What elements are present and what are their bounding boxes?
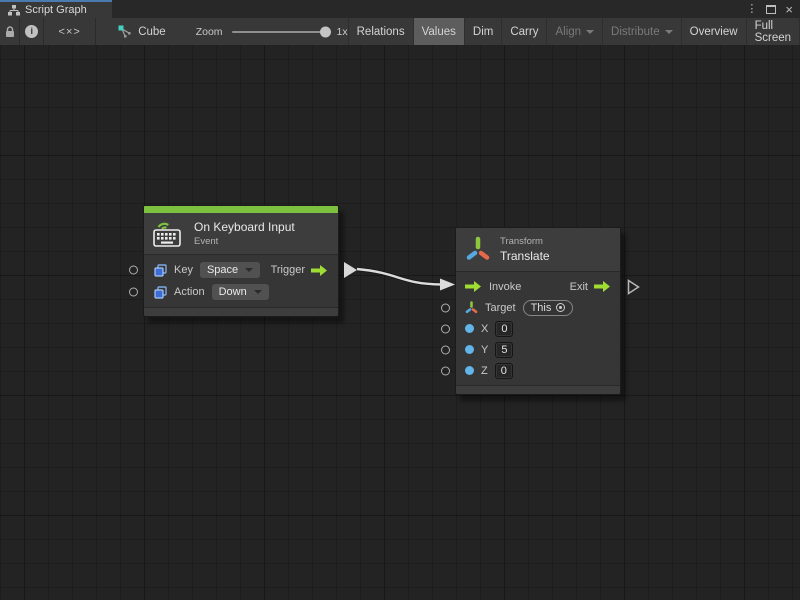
action-label: Action bbox=[174, 286, 205, 298]
chevron-down-icon bbox=[665, 30, 673, 34]
graph-canvas[interactable]: On Keyboard Input Event Key Space bbox=[0, 45, 800, 600]
graph-target-label: Cube bbox=[138, 26, 166, 38]
graph-toolbar: i <×> Cube Zoom 1x Relations bbox=[0, 18, 800, 45]
flow-arrow-icon bbox=[465, 281, 482, 292]
overview-button[interactable]: Overview bbox=[681, 18, 746, 45]
trigger-label: Trigger bbox=[271, 264, 305, 276]
key-input-row: Key Space Trigger bbox=[144, 259, 338, 281]
x-label: X bbox=[481, 323, 488, 335]
z-row: Z 0 bbox=[456, 360, 620, 381]
target-row: Target This bbox=[456, 297, 620, 318]
node-header[interactable]: On Keyboard Input Event bbox=[144, 213, 338, 255]
title-bar: Script Graph ⋮ × bbox=[0, 0, 800, 18]
align-dropdown[interactable]: Align bbox=[546, 18, 602, 45]
transform-mini-icon bbox=[465, 301, 478, 314]
trigger-output: Trigger bbox=[271, 264, 328, 276]
zoom-value: 1x bbox=[337, 26, 348, 38]
y-value-field[interactable]: 5 bbox=[495, 342, 513, 358]
code-view-button[interactable]: <×> bbox=[44, 18, 96, 45]
exit-output: Exit bbox=[570, 281, 611, 293]
node-subtitle: Event bbox=[194, 236, 295, 247]
tab-script-graph[interactable]: Script Graph bbox=[0, 0, 112, 18]
info-icon: i bbox=[25, 25, 38, 38]
flow-arrow-icon bbox=[594, 281, 611, 292]
z-label: Z bbox=[481, 365, 488, 377]
zoom-label: Zoom bbox=[196, 26, 223, 38]
z-input-port[interactable] bbox=[441, 366, 450, 375]
chevron-down-icon bbox=[245, 268, 253, 272]
info-button[interactable]: i bbox=[20, 18, 44, 45]
dim-button[interactable]: Dim bbox=[464, 18, 501, 45]
zoom-slider[interactable] bbox=[232, 31, 328, 33]
float-type-icon bbox=[465, 324, 474, 333]
graph-pointer-icon bbox=[118, 25, 132, 39]
menu-icon[interactable]: ⋮ bbox=[746, 4, 757, 15]
code-icon: <×> bbox=[59, 26, 81, 38]
y-label: Y bbox=[481, 344, 488, 356]
key-dropdown[interactable]: Space bbox=[200, 262, 260, 278]
x-row: X 0 bbox=[456, 318, 620, 339]
action-input-port[interactable] bbox=[129, 288, 138, 297]
node-footer bbox=[456, 385, 620, 394]
connection-wire bbox=[0, 45, 800, 600]
zoom-control: Zoom 1x bbox=[196, 18, 348, 45]
graph-tab-icon bbox=[8, 5, 20, 16]
literal-value-icon bbox=[154, 264, 167, 277]
node-body: Invoke Exit bbox=[456, 272, 620, 385]
node-title: On Keyboard Input bbox=[194, 220, 295, 234]
node-title: Translate bbox=[500, 249, 550, 263]
node-header[interactable]: Transform Translate bbox=[456, 228, 620, 272]
invoke-row: Invoke Exit bbox=[456, 276, 620, 297]
y-row: Y 5 bbox=[456, 339, 620, 360]
wire-arrowhead bbox=[440, 279, 455, 291]
action-input-row: Action Down bbox=[144, 281, 338, 303]
close-icon[interactable]: × bbox=[785, 3, 793, 16]
target-label: Target bbox=[485, 302, 516, 314]
node-on-keyboard-input[interactable]: On Keyboard Input Event Key Space bbox=[143, 205, 339, 317]
float-type-icon bbox=[465, 366, 474, 375]
invoke-label: Invoke bbox=[489, 281, 521, 293]
transform-icon bbox=[465, 235, 491, 263]
maximize-icon[interactable] bbox=[766, 5, 776, 14]
x-input-port[interactable] bbox=[441, 324, 450, 333]
target-input-port[interactable] bbox=[441, 303, 450, 312]
exit-label: Exit bbox=[570, 281, 588, 293]
y-input-port[interactable] bbox=[441, 345, 450, 354]
relations-button[interactable]: Relations bbox=[348, 18, 413, 45]
exit-output-port[interactable] bbox=[627, 279, 640, 295]
carry-button[interactable]: Carry bbox=[501, 18, 546, 45]
key-label: Key bbox=[174, 264, 193, 276]
trigger-output-port[interactable] bbox=[344, 262, 357, 278]
z-value-field[interactable]: 0 bbox=[495, 363, 513, 379]
node-category: Transform bbox=[500, 236, 550, 247]
lock-icon bbox=[4, 25, 16, 39]
chevron-down-icon bbox=[254, 290, 262, 294]
node-body: Key Space Trigger bbox=[144, 255, 338, 307]
chevron-down-icon bbox=[586, 30, 594, 34]
tab-title: Script Graph bbox=[25, 4, 87, 16]
distribute-dropdown[interactable]: Distribute bbox=[602, 18, 681, 45]
scope-picker-icon bbox=[556, 303, 565, 312]
literal-value-icon bbox=[154, 286, 167, 299]
zoom-slider-handle[interactable] bbox=[320, 26, 331, 37]
x-value-field[interactable]: 0 bbox=[495, 321, 513, 337]
lock-button[interactable] bbox=[0, 18, 20, 45]
full-screen-button[interactable]: Full Screen bbox=[746, 18, 800, 45]
keyboard-event-icon bbox=[153, 218, 185, 248]
node-footer bbox=[144, 307, 338, 316]
script-graph-window: Script Graph ⋮ × i <×> bbox=[0, 0, 800, 600]
key-input-port[interactable] bbox=[129, 266, 138, 275]
toolbar-toggle-group: Relations Values Dim Carry Align Distrib… bbox=[348, 18, 800, 45]
node-transform-translate[interactable]: Transform Translate Invoke Exit bbox=[455, 227, 621, 395]
target-object-picker[interactable]: This bbox=[523, 300, 574, 316]
float-type-icon bbox=[465, 345, 474, 354]
window-controls: ⋮ × bbox=[746, 0, 800, 18]
flow-arrow-icon bbox=[311, 265, 328, 276]
action-dropdown[interactable]: Down bbox=[212, 284, 269, 300]
graph-target-selector[interactable]: Cube bbox=[118, 18, 166, 45]
values-button[interactable]: Values bbox=[413, 18, 464, 45]
event-accent-strip bbox=[144, 206, 338, 213]
